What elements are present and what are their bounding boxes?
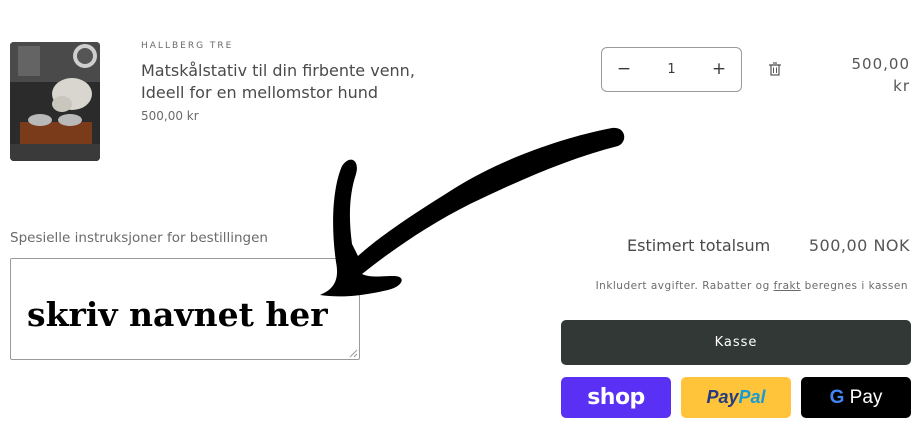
paypal-label-part2: Pal	[738, 387, 766, 407]
line-item-price: 500,00 kr	[851, 55, 910, 95]
tax-note-text-end: beregnes i kassen	[800, 280, 908, 292]
paypal-label-part1: Pay	[706, 387, 739, 407]
shipping-link[interactable]: frakt	[774, 280, 801, 292]
quantity-stepper: − 1 +	[601, 47, 742, 92]
product-photo	[10, 42, 100, 161]
paypal-button[interactable]: PayPal	[681, 377, 791, 418]
order-instructions-value: skriv navnet her	[27, 295, 328, 334]
shop-pay-label: shop	[587, 385, 645, 410]
estimated-total-label: Estimert totalsum	[627, 236, 771, 255]
quantity-decrease-button[interactable]: −	[604, 48, 644, 91]
quantity-increase-button[interactable]: +	[699, 48, 739, 91]
product-image[interactable]	[10, 42, 100, 161]
order-instructions-label: Spesielle instruksjoner for bestillingen	[10, 230, 268, 246]
google-pay-button[interactable]: G Pay	[801, 377, 911, 418]
quantity-input[interactable]: 1	[642, 48, 701, 91]
product-vendor: HALLBERG TRE	[141, 41, 234, 51]
trash-icon	[769, 62, 781, 76]
tax-shipping-note: Inkludert avgifter. Rabatter og frakt be…	[596, 280, 908, 292]
remove-item-button[interactable]	[766, 60, 784, 80]
product-name[interactable]: Matskålstativ til din firbente venn, Ide…	[141, 60, 461, 104]
product-unit-price: 500,00 kr	[141, 109, 199, 123]
resize-grip-icon[interactable]	[348, 348, 358, 358]
google-g-icon: G	[829, 387, 845, 408]
estimated-total-value: 500,00 NOK	[808, 236, 910, 255]
google-pay-label: Pay	[849, 387, 883, 408]
tax-note-text: Inkludert avgifter. Rabatter og	[595, 280, 774, 292]
order-instructions-textarea[interactable]: skriv navnet her	[10, 258, 360, 360]
shop-pay-button[interactable]: shop	[561, 377, 671, 418]
checkout-button[interactable]: Kasse	[561, 320, 911, 365]
